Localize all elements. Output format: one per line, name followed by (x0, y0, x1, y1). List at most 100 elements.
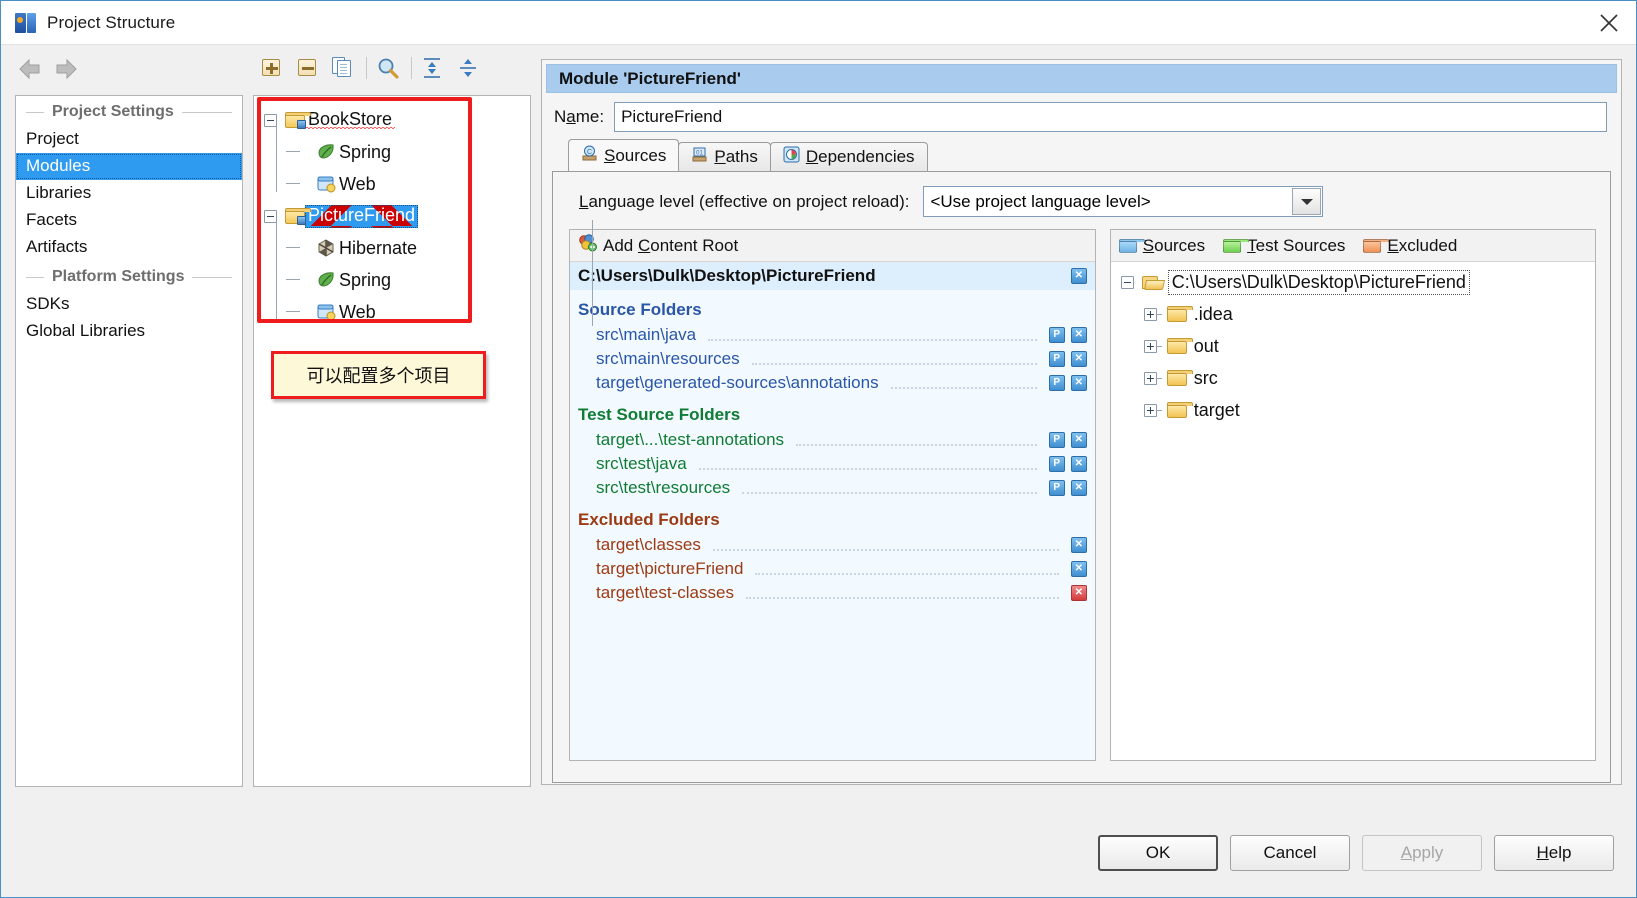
ok-button[interactable]: OK (1098, 835, 1218, 871)
unmark-folder-button[interactable]: ✕ (1070, 585, 1087, 601)
unmark-folder-button[interactable]: ✕ (1070, 432, 1087, 448)
sidebar-item-libraries[interactable]: Libraries (16, 180, 242, 207)
unmark-folder-button[interactable]: ✕ (1070, 480, 1087, 496)
search-icon[interactable] (376, 56, 400, 85)
plus-icon[interactable] (262, 59, 280, 76)
filesystem-tree[interactable]: C:\Users\Dulk\Desktop\PictureFriend .ide… (592, 220, 1595, 760)
title-bar: Project Structure (1, 1, 1636, 45)
expand-all-icon[interactable] (420, 56, 444, 85)
mark-as-excluded-button[interactable]: Excluded (1363, 236, 1457, 256)
unmark-folder-button[interactable]: ✕ (1070, 327, 1087, 343)
module-name-input[interactable] (614, 102, 1607, 132)
package-prefix-button[interactable]: P (1048, 351, 1065, 367)
fs-tree-row-target[interactable]: target (1111, 394, 1595, 426)
row-dots (708, 329, 1037, 341)
unmark-folder-button[interactable]: ✕ (1070, 561, 1087, 577)
fs-tree-row-idea[interactable]: .idea (1111, 298, 1595, 330)
mark-as-toolbar: Sources Test Sources Excluded (1110, 230, 1595, 262)
close-icon[interactable] (1582, 1, 1636, 44)
remove-content-root-icon[interactable]: ✕ (1070, 268, 1087, 284)
tree-node-pf-spring[interactable]: Spring (264, 264, 530, 296)
package-prefix-button[interactable]: P (1048, 375, 1065, 391)
section-title-test-source-folders: Test Source Folders (578, 405, 741, 424)
package-prefix-button[interactable]: P (1048, 480, 1065, 496)
content-root-list[interactable]: C:\Users\Dulk\Desktop\PictureFriend ✕ So… (570, 262, 1095, 760)
module-tree-panel[interactable]: BookStore Spring Web PictureFriend Hiber… (253, 95, 531, 787)
sidebar-item-sdks[interactable]: SDKs (16, 291, 242, 318)
tree-node-bookstore-spring[interactable]: Spring (264, 136, 530, 168)
test-sources-folder-icon (1223, 238, 1250, 253)
tree-node-bookstore[interactable]: BookStore (264, 104, 530, 136)
excluded-folder-row[interactable]: target\pictureFriend ✕ (570, 557, 1095, 581)
mark-as-sources-label: Sources (1142, 235, 1206, 255)
web-facet-icon (316, 175, 336, 193)
minus-icon[interactable] (298, 59, 316, 76)
expander-icon[interactable] (1143, 403, 1157, 417)
dependencies-tab-icon (783, 146, 800, 168)
tab-paths[interactable]: 01 Paths (678, 142, 771, 171)
test-source-folder-row[interactable]: src\test\resources P ✕ (570, 476, 1095, 500)
fs-tree-row-src[interactable]: src (1111, 362, 1595, 394)
unmark-folder-button[interactable]: ✕ (1070, 456, 1087, 472)
package-prefix-button[interactable]: P (1048, 456, 1065, 472)
language-level-value: <Use project language level> (930, 191, 1151, 211)
row-dots (890, 377, 1037, 389)
excluded-folder-row[interactable]: target\test-classes ✕ (570, 581, 1095, 605)
sidebar-item-artifacts[interactable]: Artifacts (16, 234, 242, 261)
cancel-button[interactable]: Cancel (1230, 835, 1350, 871)
module-editor-header: Module 'PictureFriend' (546, 64, 1617, 93)
expander-icon[interactable] (264, 209, 277, 223)
language-level-combo[interactable]: <Use project language level> (923, 186, 1324, 217)
tab-paths-label: Paths (714, 147, 758, 166)
fs-tree-row-root[interactable]: C:\Users\Dulk\Desktop\PictureFriend (1111, 266, 1595, 298)
expander-icon[interactable] (1143, 339, 1157, 353)
add-content-root-label: Add Content Root (603, 235, 739, 255)
content-roots-toolbar: Add Content Root (570, 230, 1095, 262)
test-source-folder-path: target\...\test-annotations (596, 430, 785, 449)
expander-icon[interactable] (1120, 275, 1134, 289)
tree-node-bookstore-web[interactable]: Web (264, 168, 530, 200)
package-prefix-button[interactable]: P (1048, 432, 1065, 448)
arrow-right-icon[interactable] (53, 57, 79, 86)
tree-node-pf-web[interactable]: Web (264, 296, 530, 328)
test-source-folder-path: src\test\java (596, 454, 687, 473)
tab-sources[interactable]: C Sources (568, 139, 680, 171)
tab-dependencies[interactable]: Dependencies (769, 142, 928, 171)
test-source-folder-row[interactable]: target\...\test-annotations P ✕ (570, 428, 1095, 452)
fs-tree-label: target (1193, 399, 1240, 420)
add-content-root-button[interactable]: Add Content Root (578, 234, 738, 257)
web-facet-icon (316, 303, 336, 321)
sources-tab-icon: C (581, 145, 598, 167)
content-root-path-row[interactable]: C:\Users\Dulk\Desktop\PictureFriend ✕ (570, 262, 1095, 290)
mark-as-test-sources-button[interactable]: Test Sources (1223, 236, 1345, 256)
expander-icon[interactable] (1143, 371, 1157, 385)
unmark-folder-button[interactable]: ✕ (1070, 351, 1087, 367)
sidebar-group-header: Project Settings (16, 96, 242, 126)
add-content-root-icon (578, 234, 597, 257)
unmark-folder-button[interactable]: ✕ (1070, 537, 1087, 553)
sidebar-item-global-libraries[interactable]: Global Libraries (16, 318, 242, 345)
copy-icon[interactable] (332, 56, 354, 78)
source-folder-row[interactable]: src\main\java P ✕ (570, 323, 1095, 347)
tree-node-pf-hibernate[interactable]: Hibernate (264, 232, 530, 264)
package-prefix-button[interactable]: P (1048, 327, 1065, 343)
tree-node-picturefriend[interactable]: PictureFriend (264, 200, 530, 232)
excluded-folder-row[interactable]: target\classes ✕ (570, 533, 1095, 557)
unmark-folder-button[interactable]: ✕ (1070, 375, 1087, 391)
sidebar-item-modules[interactable]: Modules (16, 153, 242, 180)
mark-as-sources-button[interactable]: Sources (1118, 235, 1206, 256)
sidebar-item-project[interactable]: Project (16, 126, 242, 153)
sidebar-item-facets[interactable]: Facets (16, 207, 242, 234)
expander-icon[interactable] (1143, 307, 1157, 321)
sidebar-group-title-platform: Platform Settings (52, 268, 185, 285)
source-folder-row[interactable]: src\main\resources P ✕ (570, 347, 1095, 371)
expander-icon[interactable] (264, 113, 277, 127)
module-name-row: Name: (542, 93, 1621, 140)
source-folder-row[interactable]: target\generated-sources\annotations P ✕ (570, 371, 1095, 395)
help-button[interactable]: Help (1494, 835, 1614, 871)
test-source-folder-row[interactable]: src\test\java P ✕ (570, 452, 1095, 476)
chevron-down-icon[interactable] (1292, 188, 1322, 215)
collapse-all-icon[interactable] (456, 56, 480, 85)
arrow-left-icon[interactable] (17, 57, 43, 86)
fs-tree-row-out[interactable]: out (1111, 330, 1595, 362)
